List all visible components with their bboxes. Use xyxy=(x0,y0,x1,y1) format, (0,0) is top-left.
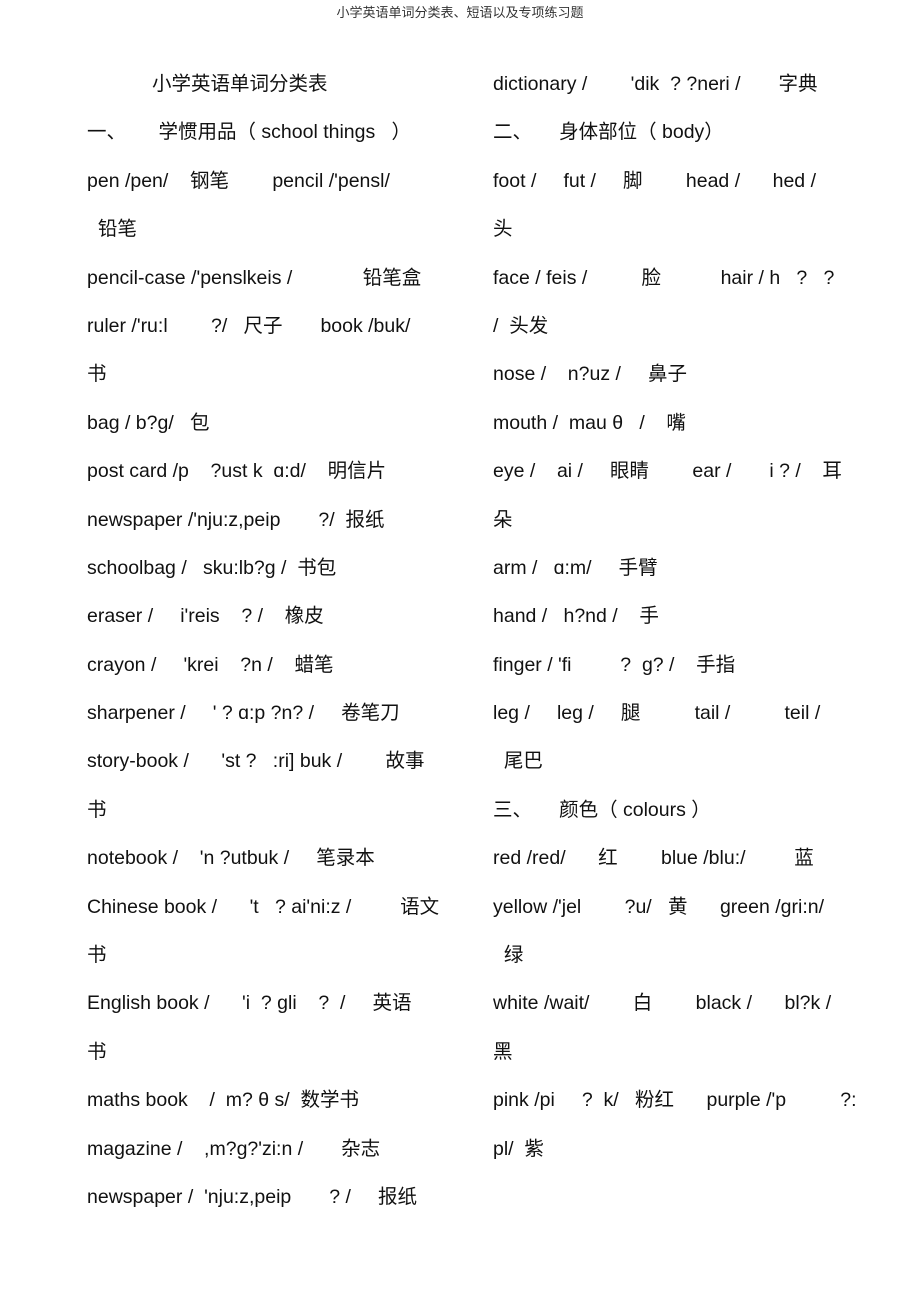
left-column-line: Chinese book / 't ? ai'ni:z / 语文 xyxy=(87,895,440,918)
left-column-line: ruler /'ru:l ?/ 尺子 book /buk/ xyxy=(87,314,411,337)
left-column-line: story-book / 'st ? :ri] buk / 故事 xyxy=(87,750,425,773)
left-column-line: magazine / ,m?g?'zi:n / 杂志 xyxy=(87,1137,381,1160)
right-column-line: face / feis / 脸 hair / h ? ? xyxy=(493,266,835,289)
right-column: dictionary / 'dik ? ?neri / 字典 二、 身体部位（ b… xyxy=(493,68,873,1181)
left-column-line: newspaper /'nju:z,peip ?/ 报纸 xyxy=(87,508,385,531)
left-column: 小学英语单词分类表一、 学惯用品（ school things ） pen /pe… xyxy=(87,68,467,1229)
left-column-line: 小学英语单词分类表 xyxy=(87,73,328,95)
left-column-line: 一、 学惯用品（ school things ） xyxy=(87,121,411,144)
left-column-line: crayon / 'krei ?n / 蜡笔 xyxy=(87,653,334,676)
right-column-line: finger / 'fi ? g? / 手指 xyxy=(493,653,736,676)
right-column-line: pl/ 紫 xyxy=(493,1137,544,1160)
left-column-line: bag / b?g/ 包 xyxy=(87,411,210,434)
left-column-line: pen /pen/ 钢笔 pencil /'pensl/ xyxy=(87,169,390,192)
right-column-line: pink /pi ? k/ 粉红 purple /'p ?: xyxy=(493,1089,857,1112)
left-column-line: 书 xyxy=(87,798,107,821)
right-column-line: 黑 xyxy=(493,1040,513,1063)
left-column-line: maths book / m? θ s/ 数学书 xyxy=(87,1089,360,1112)
right-column-line: foot / fut / 脚 head / hed / xyxy=(493,169,816,192)
right-column-line: leg / leg / 腿 tail / teil / xyxy=(493,702,821,725)
left-column-line: English book / 'i ? gli ? / 英语 xyxy=(87,992,412,1015)
left-column-line: sharpener / ' ? ɑ:p ?n? / 卷笔刀 xyxy=(87,702,400,725)
right-column-line: 二、 身体部位（ body） xyxy=(493,121,724,144)
right-column-line: yellow /'jel ?u/ 黄 green /gri:n/ xyxy=(493,895,825,918)
left-column-line: 书 xyxy=(87,363,107,386)
left-column-line: 铅笔 xyxy=(87,218,137,241)
right-column-line: mouth / mau θ / 嘴 xyxy=(493,411,686,434)
right-column-line: 绿 xyxy=(493,944,524,967)
left-column-line: 书 xyxy=(87,1040,107,1063)
left-column-line: pencil-case /'penslkeis / 铅笔盒 xyxy=(87,266,422,289)
left-column-line: 书 xyxy=(87,944,107,967)
left-column-line: schoolbag / sku:lb?g / 书包 xyxy=(87,556,337,579)
left-column-line: eraser / i'reis ? / 橡皮 xyxy=(87,605,324,628)
right-column-line: 朵 xyxy=(493,508,513,531)
right-column-line: 尾巴 xyxy=(493,750,543,773)
right-column-line: red /red/ 红 blue /blu:/ 蓝 xyxy=(493,847,814,870)
right-column-line: white /wait/ 白 black / bl?k / xyxy=(493,992,832,1015)
right-column-line: / 头发 xyxy=(493,314,549,337)
left-column-line: newspaper / 'nju:z,peip ? / 报纸 xyxy=(87,1185,417,1208)
right-column-line: 三、 颜色（ colours ） xyxy=(493,798,711,821)
right-column-line: arm / ɑ:m/ 手臂 xyxy=(493,556,658,579)
right-column-line: dictionary / 'dik ? ?neri / 字典 xyxy=(493,73,818,95)
left-column-line: notebook / 'n ?utbuk / 笔录本 xyxy=(87,847,375,870)
right-column-line: nose / n?uz / 鼻子 xyxy=(493,363,688,386)
right-column-line: 头 xyxy=(493,218,513,241)
left-column-line: post card /p ?ust k ɑ:d/ 明信片 xyxy=(87,460,387,483)
right-column-line: hand / h?nd / 手 xyxy=(493,605,659,628)
running-header: 小学英语单词分类表、短语以及专项练习题 xyxy=(336,6,584,21)
right-column-line: eye / ai / 眼睛 ear / i ? / 耳 xyxy=(493,460,842,483)
